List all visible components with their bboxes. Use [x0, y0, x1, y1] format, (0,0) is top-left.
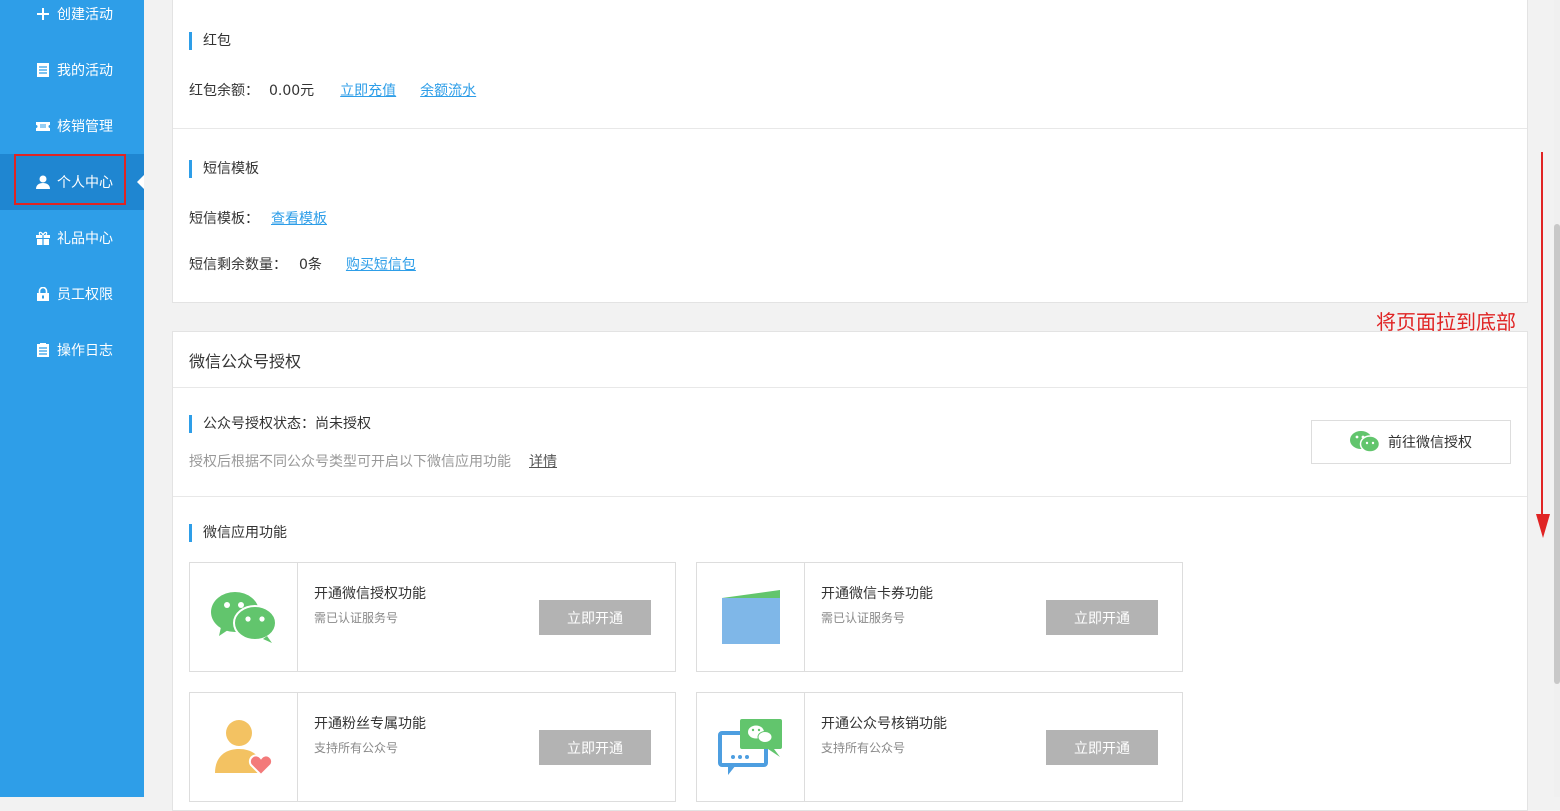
- wechat-icon: [1350, 430, 1380, 454]
- buy-sms-link[interactable]: 购买短信包: [346, 254, 416, 274]
- feature-card-title: 开通粉丝专属功能: [314, 716, 426, 732]
- activate-button[interactable]: 立即开通: [539, 600, 651, 635]
- wechat-chat-icon: [190, 563, 298, 671]
- document-icon: [36, 63, 50, 77]
- wechat-auth-button-label: 前往微信授权: [1388, 435, 1472, 451]
- sms-remaining-label: 短信剩余数量：: [189, 257, 287, 273]
- wechat-desc-row: 授权后根据不同公众号类型可开启以下微信应用功能 详情: [189, 451, 557, 471]
- scrollbar-thumb[interactable]: [1554, 224, 1560, 684]
- sidebar-item-label: 我的活动: [57, 63, 113, 79]
- sidebar-item-label: 创建活动: [57, 7, 113, 23]
- wechat-auth-button[interactable]: 前往微信授权: [1311, 420, 1511, 464]
- page-scrollbar[interactable]: [1554, 0, 1560, 797]
- highlight-annotation-box: [14, 154, 126, 205]
- feature-card-fan-exclusive: 开通粉丝专属功能 支持所有公众号 立即开通: [189, 692, 676, 802]
- activate-button[interactable]: 立即开通: [1046, 730, 1158, 765]
- balance-flow-link[interactable]: 余额流水: [420, 80, 476, 100]
- scroll-instruction-annotation: 将页面拉到底部: [1376, 310, 1516, 334]
- sidebar-item-label: 操作日志: [57, 343, 113, 359]
- view-template-link[interactable]: 查看模板: [271, 208, 327, 228]
- feature-card-wechat-auth: 开通微信授权功能 需已认证服务号 立即开通: [189, 562, 676, 672]
- sidebar: 创建活动 我的活动 核销管理 个人中心 礼品中心 员工权限 操作日志: [0, 0, 144, 797]
- lock-icon: [36, 286, 50, 301]
- scroll-down-arrow-icon: [1536, 152, 1550, 538]
- sidebar-item-label: 礼品中心: [57, 231, 113, 247]
- feature-card-subtitle: 支持所有公众号: [314, 741, 399, 755]
- activate-button[interactable]: 立即开通: [1046, 600, 1158, 635]
- feature-card-subtitle: 需已认证服务号: [821, 611, 906, 625]
- feature-card-title: 开通公众号核销功能: [821, 716, 947, 732]
- feature-card-title: 开通微信卡券功能: [821, 586, 933, 602]
- feature-card-title: 开通微信授权功能: [314, 586, 426, 602]
- sidebar-item-label: 员工权限: [57, 287, 113, 303]
- sidebar-item-label: 核销管理: [57, 119, 113, 135]
- redpacket-balance-row: 红包余额： 0.00元 立即充值 余额流水: [189, 80, 476, 100]
- sms-title: 短信模板: [189, 160, 259, 178]
- sms-remaining-value: 0条: [299, 257, 322, 273]
- gift-icon: [36, 231, 50, 245]
- sidebar-item-my-activities[interactable]: 我的活动: [0, 42, 144, 98]
- sms-template-row: 短信模板： 查看模板: [189, 208, 327, 228]
- message-verify-icon: [697, 693, 805, 801]
- wechat-panel-header: 微信公众号授权: [173, 332, 1527, 388]
- feature-card-verify: 开通公众号核销功能 支持所有公众号 立即开通: [696, 692, 1183, 802]
- sidebar-item-staff-permissions[interactable]: 员工权限: [0, 266, 144, 322]
- sidebar-item-operation-log[interactable]: 操作日志: [0, 322, 144, 378]
- sms-template-label: 短信模板：: [189, 211, 259, 227]
- redpacket-title: 红包: [189, 32, 231, 50]
- wallet-icon: [697, 563, 805, 671]
- feature-card-wechat-coupon: 开通微信卡券功能 需已认证服务号 立即开通: [696, 562, 1183, 672]
- wechat-panel: 微信公众号授权 公众号授权状态：尚未授权 授权后根据不同公众号类型可开启以下微信…: [172, 331, 1528, 811]
- log-icon: [36, 343, 50, 357]
- activate-button[interactable]: 立即开通: [539, 730, 651, 765]
- detail-link[interactable]: 详情: [529, 451, 557, 471]
- ticket-icon: [36, 119, 50, 133]
- wechat-auth-desc: 授权后根据不同公众号类型可开启以下微信应用功能: [189, 454, 511, 470]
- sidebar-item-gift-center[interactable]: 礼品中心: [0, 210, 144, 266]
- section-divider: [173, 128, 1527, 129]
- wechat-features-title: 微信应用功能: [189, 524, 287, 542]
- recharge-link[interactable]: 立即充值: [340, 80, 396, 100]
- sms-remaining-row: 短信剩余数量： 0条 购买短信包: [189, 254, 416, 274]
- redpacket-balance-label: 红包余额：: [189, 83, 259, 99]
- feature-card-subtitle: 需已认证服务号: [314, 611, 399, 625]
- redpacket-balance-value: 0.00元: [269, 83, 315, 99]
- section-divider: [173, 496, 1527, 497]
- account-panel: 红包 红包余额： 0.00元 立即充值 余额流水 短信模板 短信模板： 查看模板…: [172, 0, 1528, 303]
- fan-heart-icon: [190, 693, 298, 801]
- sidebar-item-verification[interactable]: 核销管理: [0, 98, 144, 154]
- feature-card-subtitle: 支持所有公众号: [821, 741, 906, 755]
- plus-icon: [36, 7, 50, 21]
- wechat-auth-status: 公众号授权状态：尚未授权: [189, 415, 371, 433]
- sidebar-item-create-activity[interactable]: 创建活动: [0, 0, 144, 42]
